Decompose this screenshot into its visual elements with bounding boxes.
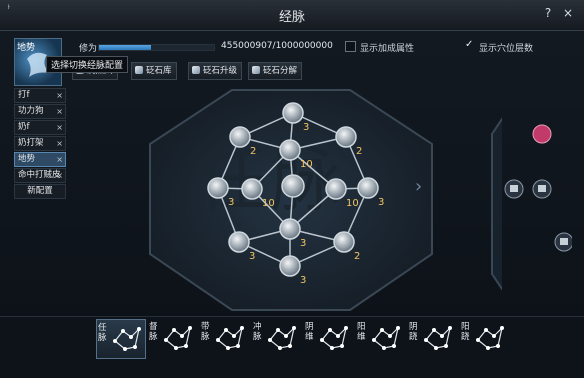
meridian-shape-icon (164, 326, 192, 350)
stone-library-label: 砭石库 (146, 66, 172, 76)
acupoint-node[interactable] (207, 177, 229, 199)
config-label: 地势 (18, 154, 36, 164)
config-item[interactable]: 功力狗 × (14, 104, 66, 119)
meridian-tab-label: 阳跷 (461, 322, 470, 342)
config-label: 奶f (18, 122, 30, 132)
config-item[interactable]: 命中打贼皮 × (14, 168, 66, 183)
stone-icon (135, 66, 143, 74)
acupoint-node[interactable] (229, 126, 251, 148)
meridian-shape-icon (320, 326, 348, 350)
window-title: 经脉 (278, 10, 305, 25)
meridian-shape-icon (424, 326, 452, 350)
stone-icon (192, 66, 200, 74)
title-bar: ᅡ 经脉 ? × (0, 0, 584, 31)
meridian-window: ᅡ 经脉 ? × 地势 选择切换经脉配置 打f × 功力狗 × 奶f × 奶打架 × 地… (0, 0, 584, 378)
meridian-tab-label: 督脉 (149, 322, 158, 342)
meridian-tab-label: 带脉 (201, 322, 210, 342)
delete-config-icon[interactable]: × (56, 89, 63, 102)
meridian-tab[interactable]: 冲脉 (252, 319, 300, 357)
config-item-selected[interactable]: 地势 × (14, 152, 66, 167)
stone-decompose-label: 砭石分解 (263, 66, 298, 76)
config-item[interactable]: 奶f × (14, 120, 66, 135)
stone-icon (252, 66, 260, 74)
acupoint-node[interactable] (281, 174, 305, 198)
show-bonus-checkbox[interactable] (345, 41, 356, 52)
config-label: 奶打架 (18, 138, 44, 148)
help-button[interactable]: ? (541, 6, 555, 20)
meridian-shape-icon (268, 326, 296, 350)
acupoint-node[interactable] (325, 178, 347, 200)
meridian-graph: 3 2 10 2 3 10 10 3 3 3 2 3 (207, 102, 384, 286)
acupoint-node[interactable] (335, 126, 357, 148)
config-item[interactable]: 奶打架 × (14, 136, 66, 151)
switch-config-tooltip: 选择切换经脉配置 (46, 56, 129, 73)
meridian-shape-icon (372, 326, 400, 350)
show-layers-checkbox[interactable]: ✓ (463, 39, 474, 52)
acupoint-level: 3 (228, 197, 234, 208)
config-label: 功力狗 (18, 106, 44, 116)
cultivation-bar-fill (99, 45, 152, 50)
acupoint-node[interactable] (333, 231, 355, 253)
next-page-arrow-icon[interactable]: › (415, 176, 422, 197)
delete-config-icon[interactable]: × (56, 121, 63, 134)
acupoint-level: 2 (250, 146, 256, 157)
next-board-preview (504, 124, 572, 252)
new-config-button[interactable]: 新配置 (14, 184, 66, 199)
meridian-tab[interactable]: 阴维 (304, 319, 352, 357)
delete-config-icon[interactable]: × (56, 105, 63, 118)
meridian-tab[interactable]: 阳维 (356, 319, 404, 357)
acupoint-level: 3 (300, 238, 306, 249)
acupoint-node[interactable] (241, 178, 263, 200)
config-label: 打f (18, 90, 30, 100)
meridian-tab-label: 阴维 (305, 322, 314, 342)
meridian-shape-icon (113, 327, 141, 351)
acupoint-level: 3 (303, 122, 309, 133)
meridian-tab[interactable]: 阴跷 (408, 319, 456, 357)
meridian-tab[interactable]: 阳跷 (460, 319, 508, 357)
stone-upgrade-button[interactable]: 砭石升级 (188, 62, 243, 80)
stone-upgrade-label: 砭石升级 (203, 66, 238, 76)
config-list: 打f × 功力狗 × 奶f × 奶打架 × 地势 × 命中打贼皮 × 新配置 (14, 88, 66, 199)
acupoint-node[interactable] (279, 218, 301, 240)
delete-config-icon[interactable]: × (56, 137, 63, 150)
show-layers-label: 显示穴位层数 (479, 44, 534, 54)
acupoint-level: 2 (356, 146, 362, 157)
delete-config-icon[interactable]: × (56, 169, 63, 182)
stone-decompose-button[interactable]: 砭石分解 (248, 62, 303, 80)
acupoint-level: 10 (262, 198, 275, 209)
acupoint-level: 3 (378, 197, 384, 208)
config-item[interactable]: 打f × (14, 88, 66, 103)
acupoint-level: 3 (300, 275, 306, 286)
acupoint-node[interactable] (282, 102, 304, 124)
check-icon: ✓ (465, 39, 474, 50)
delete-config-icon[interactable]: × (56, 153, 63, 166)
meridian-shape-icon (216, 326, 244, 350)
cultivation-label: 修为 (79, 44, 98, 54)
cultivation-bar (98, 44, 215, 51)
acupoint-node[interactable] (279, 139, 301, 161)
meridian-tab-label: 阴跷 (409, 322, 418, 342)
cultivation-value: 455000907/1000000000 (221, 41, 333, 51)
config-label: 命中打贼皮 (18, 170, 61, 180)
meridian-tab[interactable]: 任脉 (96, 319, 146, 359)
meridian-shape-icon (476, 326, 504, 350)
acupoint-level: 2 (354, 251, 360, 262)
meridian-tab-label: 冲脉 (253, 322, 262, 342)
acupoint-level: 10 (346, 198, 359, 209)
close-button[interactable]: × (561, 6, 575, 20)
meridian-tab[interactable]: 督脉 (148, 319, 196, 357)
meridian-board: 任脉 3 2 10 2 3 10 10 3 3 3 2 3 › (72, 84, 572, 316)
acupoint-level: 3 (249, 251, 255, 262)
meridian-tab-label: 阳维 (357, 322, 366, 342)
stone-library-button[interactable]: 砭石库 (131, 62, 177, 80)
show-bonus-label: 显示加成属性 (360, 44, 415, 54)
acupoint-level: 10 (300, 159, 313, 170)
acupoint-node[interactable] (279, 255, 301, 277)
acupoint-node[interactable] (357, 177, 379, 199)
meridian-tab-label: 任脉 (98, 323, 107, 343)
acupoint-node[interactable] (228, 231, 250, 253)
meridian-tab[interactable]: 带脉 (200, 319, 248, 357)
